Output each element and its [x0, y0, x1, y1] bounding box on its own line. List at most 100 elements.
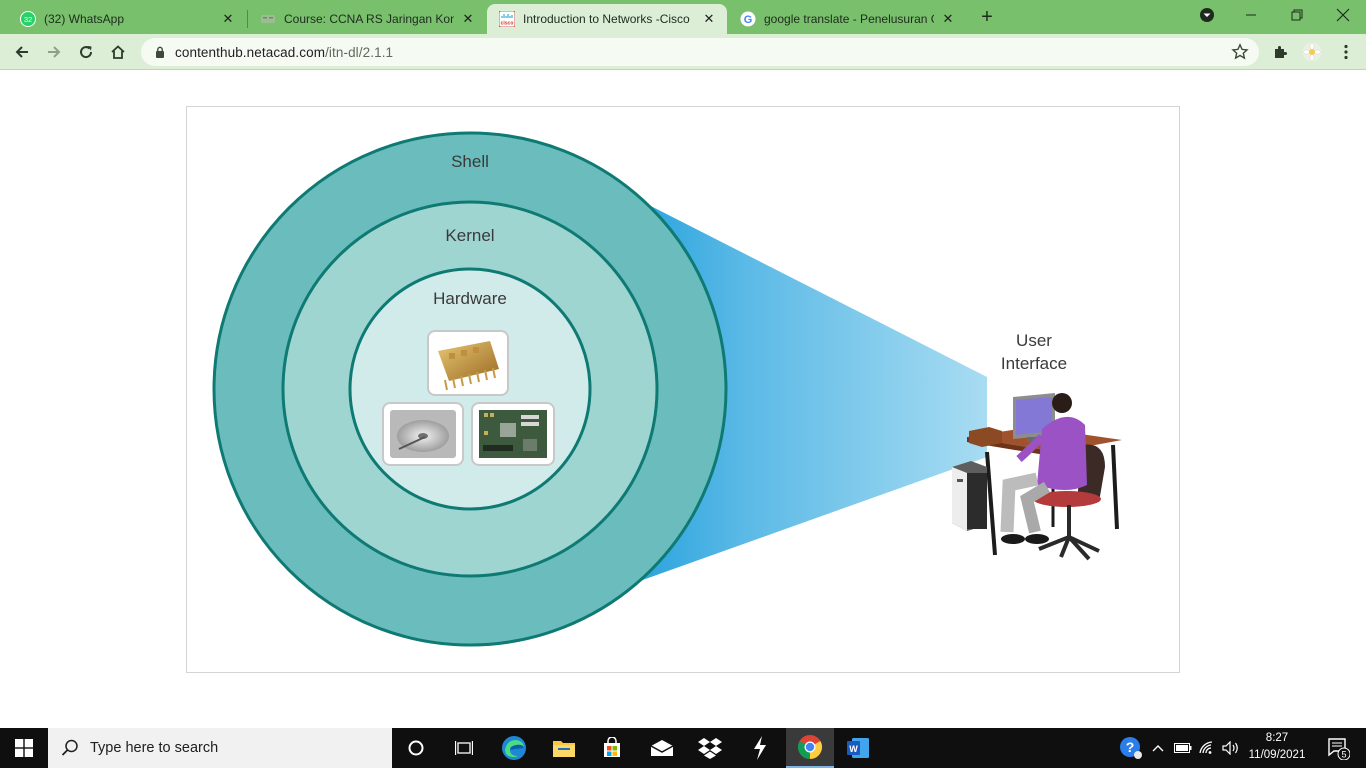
- more-vert-icon: [1344, 44, 1348, 60]
- task-view-icon: [455, 741, 473, 755]
- content-frame: Shell Kernel Hardware User Interface: [186, 106, 1180, 673]
- close-tab-icon[interactable]: ✕: [220, 11, 236, 27]
- chrome-icon: [797, 735, 823, 759]
- profile-avatar-icon: [1302, 42, 1322, 62]
- restore-button[interactable]: [1274, 0, 1320, 30]
- kernel-label: Kernel: [445, 226, 495, 245]
- arrow-left-icon: [15, 46, 28, 58]
- svg-text:?: ?: [1126, 739, 1135, 755]
- arrow-right-icon: [48, 46, 61, 58]
- volume-tray-icon[interactable]: [1220, 728, 1242, 768]
- user-interface-label: User Interface: [1000, 331, 1068, 373]
- taskbar-clock[interactable]: 8:27 11/09/2021: [1240, 730, 1314, 764]
- new-tab-button[interactable]: +: [976, 6, 998, 28]
- task-view-button[interactable]: [440, 728, 488, 768]
- word-icon: W: [847, 738, 869, 758]
- cisco-icon: cisco: [499, 11, 515, 27]
- file-explorer-app[interactable]: [540, 728, 588, 768]
- dropbox-app[interactable]: [686, 728, 734, 768]
- browser-menu-button[interactable]: [1332, 38, 1360, 66]
- google-icon: G: [740, 11, 756, 27]
- chrome-app[interactable]: [786, 728, 834, 768]
- whatsapp-badge: 32: [24, 15, 32, 24]
- browser-toolbar: contenthub.netacad.com/itn-dl/2.1.1: [0, 34, 1366, 70]
- start-button[interactable]: [0, 728, 48, 768]
- close-tab-icon[interactable]: ✕: [701, 11, 717, 27]
- profile-button[interactable]: [1298, 38, 1326, 66]
- word-app[interactable]: W: [834, 728, 882, 768]
- bookmark-star-icon[interactable]: [1231, 43, 1249, 61]
- tab-whatsapp[interactable]: 32 (32) WhatsApp ✕: [8, 4, 246, 34]
- edge-icon: [502, 736, 526, 760]
- os-layers-diagram: [212, 131, 1122, 647]
- search-icon: [61, 739, 78, 756]
- course-icon: [260, 11, 276, 27]
- back-button[interactable]: [8, 38, 36, 66]
- bolt-app[interactable]: [736, 728, 784, 768]
- close-icon: [1336, 8, 1350, 22]
- browser-tab-strip: 32 (32) WhatsApp ✕ Course: CCNA RS Jarin…: [0, 0, 1366, 34]
- cortana-button[interactable]: [392, 728, 440, 768]
- lock-icon[interactable]: [145, 46, 175, 59]
- notification-count: 5: [1341, 750, 1346, 760]
- help-tray-icon[interactable]: ?: [1118, 728, 1144, 768]
- whatsapp-icon: 32: [20, 11, 36, 27]
- forward-button[interactable]: [40, 38, 68, 66]
- tab-title: (32) WhatsApp: [44, 12, 125, 26]
- url-text: contenthub.netacad.com/itn-dl/2.1.1: [175, 45, 393, 60]
- taskbar-search[interactable]: Type here to search: [48, 728, 392, 768]
- shell-label: Shell: [451, 152, 489, 171]
- reload-button[interactable]: [72, 38, 100, 66]
- microsoft-store-app[interactable]: [588, 728, 636, 768]
- mail-app[interactable]: [638, 728, 686, 768]
- address-bar[interactable]: contenthub.netacad.com/itn-dl/2.1.1: [141, 38, 1259, 66]
- battery-tray-icon[interactable]: [1172, 728, 1194, 768]
- dropbox-icon: [698, 738, 722, 759]
- notification-icon: 5: [1328, 738, 1350, 760]
- home-icon: [111, 45, 125, 59]
- cpu-chip-icon: [427, 330, 509, 396]
- wifi-tray-icon[interactable]: [1196, 728, 1218, 768]
- clock-time: 8:27: [1265, 732, 1289, 744]
- folder-icon: [553, 741, 575, 757]
- tab-title: Introduction to Networks -Cisco: [523, 12, 690, 26]
- edge-app[interactable]: [490, 728, 538, 768]
- notification-center-button[interactable]: 5: [1318, 728, 1358, 768]
- chevron-down-icon: [1200, 8, 1214, 22]
- lightning-icon: [754, 736, 766, 760]
- tab-title: google translate - Penelusuran G: [764, 12, 934, 26]
- restore-icon: [1291, 9, 1303, 21]
- tab-title: Course: CCNA RS Jaringan Komp: [284, 12, 454, 26]
- cortana-circle-icon: [408, 740, 424, 756]
- minimize-icon: [1246, 14, 1256, 16]
- close-tab-icon[interactable]: ✕: [940, 11, 956, 27]
- puzzle-icon: [1275, 46, 1287, 58]
- windows-taskbar: Type here to search W ? 8:27 11/09/2021 …: [0, 728, 1366, 768]
- reload-icon: [80, 46, 93, 59]
- windows-logo-icon: [15, 739, 33, 757]
- wifi-icon: [1199, 741, 1213, 754]
- tab-ccna-course[interactable]: Course: CCNA RS Jaringan Komp ✕: [248, 4, 486, 34]
- chevron-up-icon: [1152, 745, 1164, 752]
- cisco-favicon-text: cisco: [501, 21, 514, 27]
- battery-icon: [1174, 743, 1192, 753]
- google-favicon-letter: G: [744, 14, 753, 26]
- new-tab-label: +: [981, 5, 993, 28]
- hard-disk-icon: [382, 402, 464, 466]
- motherboard-icon: [471, 402, 555, 466]
- url-path: /itn-dl/2.1.1: [325, 44, 394, 60]
- store-bag-icon: [604, 737, 620, 757]
- show-hidden-icons-button[interactable]: [1148, 728, 1168, 768]
- extensions-button[interactable]: [1266, 38, 1294, 66]
- question-icon: ?: [1120, 737, 1142, 759]
- tab-introduction-to-networks[interactable]: cisco Introduction to Networks -Cisco ✕: [487, 4, 727, 34]
- hardware-label: Hardware: [433, 289, 507, 308]
- home-button[interactable]: [104, 38, 132, 66]
- close-tab-icon[interactable]: ✕: [460, 11, 476, 27]
- tab-search-button[interactable]: [1184, 0, 1230, 30]
- close-window-button[interactable]: [1320, 0, 1366, 30]
- search-placeholder: Type here to search: [90, 740, 219, 756]
- mail-icon: [650, 740, 674, 756]
- tab-google-translate[interactable]: G google translate - Penelusuran G ✕: [728, 4, 966, 34]
- minimize-button[interactable]: [1228, 0, 1274, 30]
